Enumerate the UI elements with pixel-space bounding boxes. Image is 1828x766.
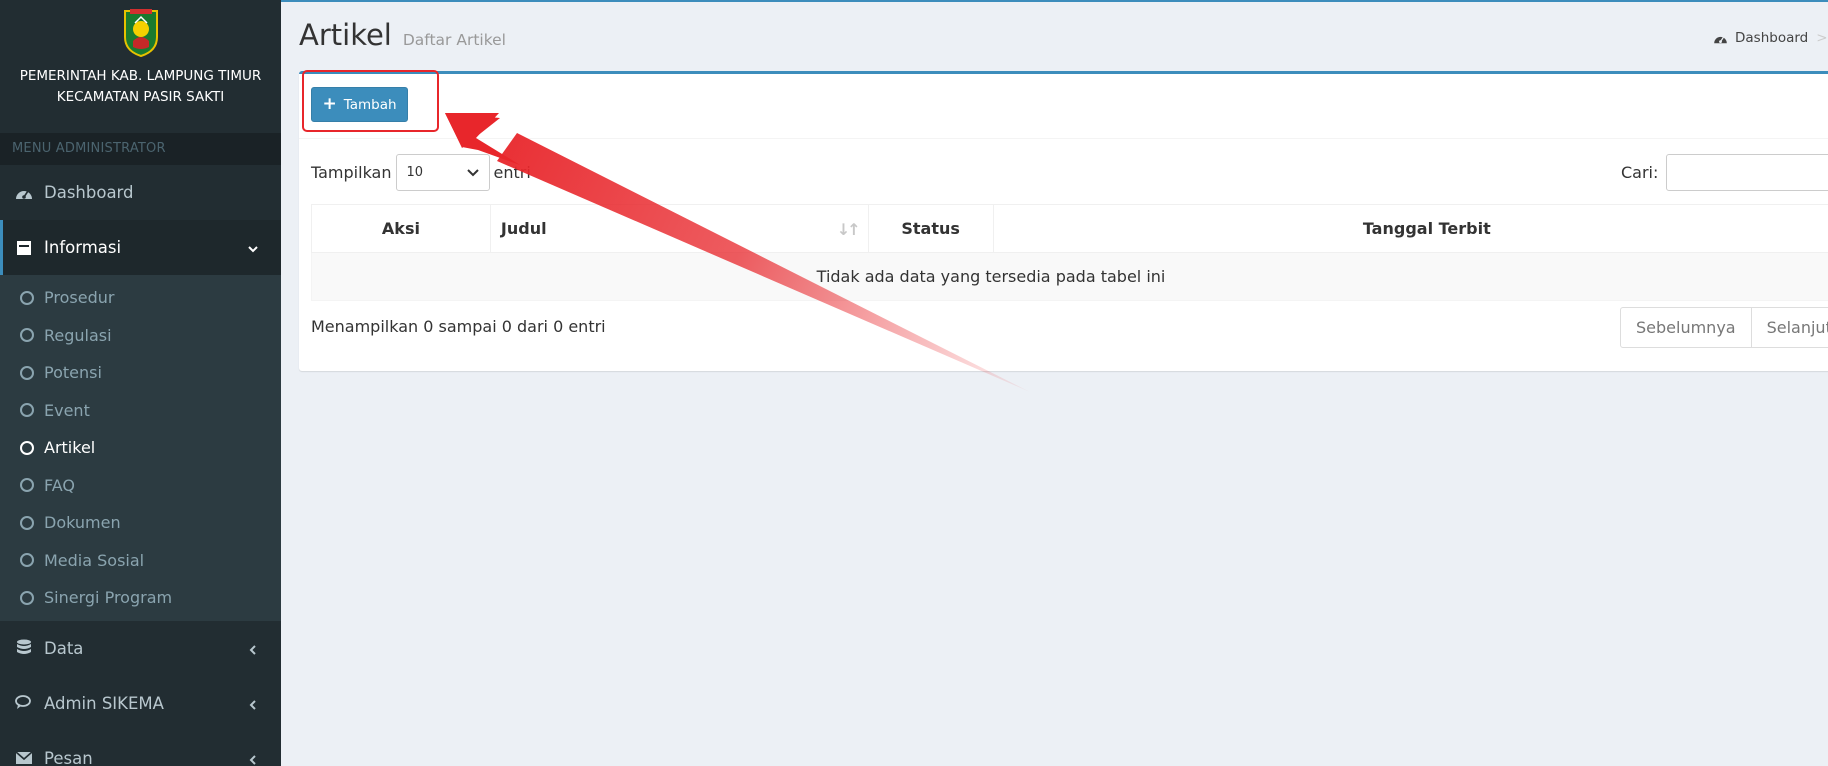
annotation-arrow-icon	[445, 113, 1030, 392]
